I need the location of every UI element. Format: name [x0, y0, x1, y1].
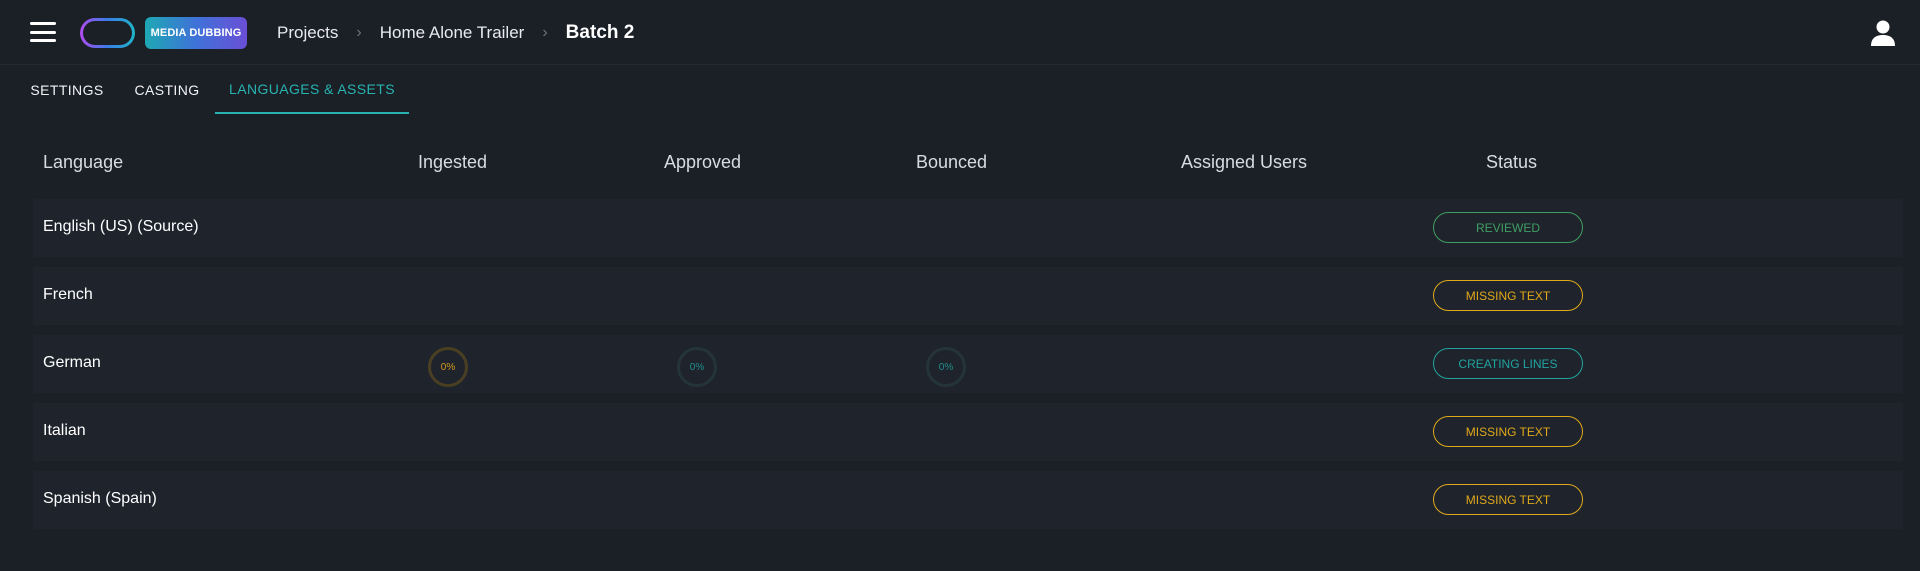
user-icon[interactable] — [1870, 19, 1896, 47]
ingested-progress: 0% — [428, 347, 468, 387]
column-header-approved: Approved — [664, 152, 742, 172]
chevron-right-icon: › — [542, 24, 548, 41]
table-header: Language Ingested Approved Bounced Assig… — [33, 138, 1903, 186]
column-header-bounced: Bounced — [916, 152, 988, 172]
app-logo-icon[interactable] — [80, 18, 135, 48]
breadcrumb-project[interactable]: Home Alone Trailer — [380, 23, 525, 43]
chevron-right-icon: › — [356, 24, 362, 41]
column-header-assigned-users: Assigned Users — [1181, 152, 1308, 172]
breadcrumb-projects[interactable]: Projects — [277, 23, 338, 43]
table-row[interactable]: English (US) (Source) REVIEWED — [33, 199, 1903, 257]
table-row[interactable]: French MISSING TEXT — [33, 267, 1903, 325]
language-name: German — [43, 354, 101, 371]
status-badge[interactable]: MISSING TEXT — [1433, 416, 1583, 447]
language-name: Italian — [43, 422, 86, 439]
language-name: English (US) (Source) — [43, 218, 199, 235]
status-badge[interactable]: CREATING LINES — [1433, 348, 1583, 379]
language-name: Spanish (Spain) — [43, 490, 157, 507]
menu-icon[interactable] — [30, 22, 56, 42]
tab-casting[interactable]: CASTING — [133, 66, 201, 114]
approved-progress: 0% — [677, 347, 717, 387]
column-header-language: Language — [43, 152, 124, 172]
status-badge[interactable]: MISSING TEXT — [1433, 280, 1583, 311]
tab-bar: SETTINGS CASTING LANGUAGES & ASSETS — [0, 66, 1920, 114]
breadcrumb: Projects › Home Alone Trailer › Batch 2 — [277, 20, 634, 46]
status-badge[interactable]: REVIEWED — [1433, 212, 1583, 243]
column-header-ingested: Ingested — [418, 152, 488, 172]
bounced-progress: 0% — [926, 347, 966, 387]
status-badge[interactable]: MISSING TEXT — [1433, 484, 1583, 515]
table-row[interactable]: Italian MISSING TEXT — [33, 403, 1903, 461]
breadcrumb-current: Batch 2 — [565, 22, 635, 43]
table-row[interactable]: German 0% 0% 0% CREATING LINES — [33, 335, 1903, 393]
language-name: French — [43, 286, 93, 303]
tab-settings[interactable]: SETTINGS — [30, 66, 104, 114]
product-badge: MEDIA DUBBING — [145, 17, 247, 49]
column-header-status: Status — [1486, 152, 1538, 172]
table-row[interactable]: Spanish (Spain) MISSING TEXT — [33, 471, 1903, 529]
tab-languages-assets[interactable]: LANGUAGES & ASSETS — [215, 66, 409, 114]
top-bar: MEDIA DUBBING Projects › Home Alone Trai… — [0, 0, 1920, 65]
